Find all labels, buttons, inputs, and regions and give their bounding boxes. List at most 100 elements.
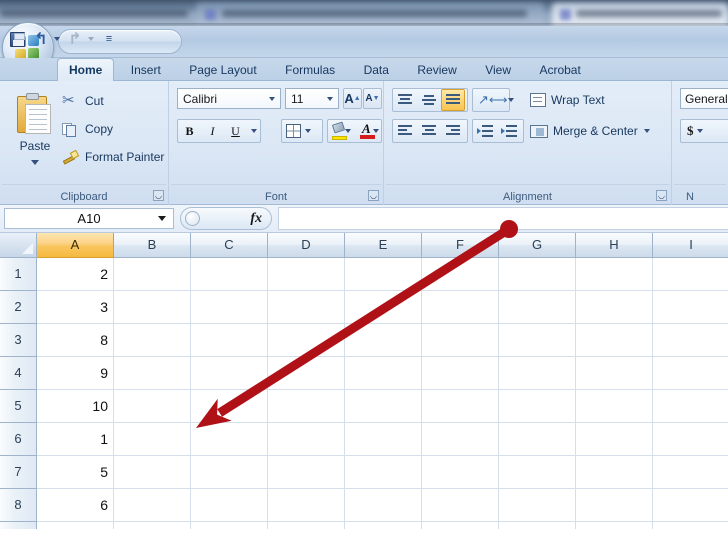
cell-D7[interactable] <box>268 456 345 489</box>
cell-D2[interactable] <box>268 291 345 324</box>
cell-G2[interactable] <box>499 291 576 324</box>
shrink-font-button[interactable]: A ▼ <box>363 88 382 109</box>
format-painter-button[interactable]: Format Painter <box>62 145 164 169</box>
cell-H8[interactable] <box>576 489 653 522</box>
undo-button[interactable]: ↰ <box>32 30 50 48</box>
select-all-button[interactable] <box>0 233 37 258</box>
align-right-button[interactable] <box>441 120 465 142</box>
cell-F9[interactable] <box>422 522 499 529</box>
column-header-i[interactable]: I <box>653 233 728 258</box>
column-header-f[interactable]: F <box>422 233 499 258</box>
cell-B9[interactable] <box>114 522 191 529</box>
grow-font-button[interactable]: A ▲ <box>343 88 362 109</box>
cell-H9[interactable] <box>576 522 653 529</box>
tab-page-layout[interactable]: Page Layout <box>177 58 268 81</box>
cell-B6[interactable] <box>114 423 191 456</box>
align-left-button[interactable] <box>393 120 417 142</box>
cell-H5[interactable] <box>576 390 653 423</box>
font-color-button[interactable]: A <box>359 121 375 140</box>
italic-button[interactable]: I <box>201 120 224 142</box>
cell-C3[interactable] <box>191 324 268 357</box>
cell-A6[interactable]: 1 <box>37 423 114 456</box>
chevron-down-icon[interactable] <box>31 160 39 165</box>
cell-F6[interactable] <box>422 423 499 456</box>
cell-B3[interactable] <box>114 324 191 357</box>
row-header[interactable]: 2 <box>0 291 37 324</box>
tab-home[interactable]: Home <box>57 58 115 81</box>
customize-qat-button[interactable]: ≡ <box>102 30 116 48</box>
cell-C5[interactable] <box>191 390 268 423</box>
orientation-dropdown-button[interactable] <box>507 89 514 111</box>
cell-E9[interactable] <box>345 522 422 529</box>
borders-button[interactable] <box>281 119 323 143</box>
cell-D5[interactable] <box>268 390 345 423</box>
cell-G3[interactable] <box>499 324 576 357</box>
cell-I6[interactable] <box>653 423 728 456</box>
cancel-enter-icon[interactable] <box>185 211 200 226</box>
redo-button[interactable]: ↱ <box>66 30 84 48</box>
cell-G8[interactable] <box>499 489 576 522</box>
tab-review[interactable]: Review <box>405 58 468 81</box>
cell-C1[interactable] <box>191 258 268 291</box>
fill-color-button[interactable] <box>331 121 347 140</box>
cell-E1[interactable] <box>345 258 422 291</box>
cell-A7[interactable]: 5 <box>37 456 114 489</box>
cell-C7[interactable] <box>191 456 268 489</box>
cell-H7[interactable] <box>576 456 653 489</box>
cell-D4[interactable] <box>268 357 345 390</box>
cut-button[interactable]: ✂ Cut <box>62 89 104 113</box>
align-bottom-button[interactable] <box>441 89 465 111</box>
cell-E3[interactable] <box>345 324 422 357</box>
cell-F1[interactable] <box>422 258 499 291</box>
tab-insert[interactable]: Insert <box>119 58 173 81</box>
cell-G5[interactable] <box>499 390 576 423</box>
cell-E5[interactable] <box>345 390 422 423</box>
cell-C8[interactable] <box>191 489 268 522</box>
cell-C4[interactable] <box>191 357 268 390</box>
row-header[interactable]: 5 <box>0 390 37 423</box>
row-header[interactable]: 4 <box>0 357 37 390</box>
column-header-e[interactable]: E <box>345 233 422 258</box>
cell-E8[interactable] <box>345 489 422 522</box>
cell-B4[interactable] <box>114 357 191 390</box>
merge-center-button[interactable]: Merge & Center <box>530 119 650 143</box>
cell-E6[interactable] <box>345 423 422 456</box>
column-header-h[interactable]: H <box>576 233 653 258</box>
cell-E7[interactable] <box>345 456 422 489</box>
cell-I9[interactable] <box>653 522 728 529</box>
borders-dropdown-button[interactable] <box>301 120 314 142</box>
cell-A5[interactable]: 10 <box>37 390 114 423</box>
cell-H1[interactable] <box>576 258 653 291</box>
cell-A8[interactable]: 6 <box>37 489 114 522</box>
cell-D8[interactable] <box>268 489 345 522</box>
cell-F8[interactable] <box>422 489 499 522</box>
undo-dropdown-button[interactable] <box>52 30 62 48</box>
tab-data[interactable]: Data <box>352 58 401 81</box>
column-header-c[interactable]: C <box>191 233 268 258</box>
cell-C2[interactable] <box>191 291 268 324</box>
orientation-button[interactable]: ↗⟷ <box>472 88 514 112</box>
increase-indent-button[interactable] <box>497 120 521 142</box>
cell-G6[interactable] <box>499 423 576 456</box>
formula-input[interactable] <box>278 207 728 230</box>
cell-C6[interactable] <box>191 423 268 456</box>
row-header[interactable]: 1 <box>0 258 37 291</box>
cell-I1[interactable] <box>653 258 728 291</box>
cell-B7[interactable] <box>114 456 191 489</box>
cell-I5[interactable] <box>653 390 728 423</box>
cell-I7[interactable] <box>653 456 728 489</box>
cell-I4[interactable] <box>653 357 728 390</box>
font-dialog-launcher[interactable]: ◡ <box>368 190 379 201</box>
paste-button[interactable]: Paste <box>8 87 62 179</box>
copy-button[interactable]: Copy <box>62 117 113 141</box>
accounting-dropdown-button[interactable] <box>694 120 707 142</box>
cell-B8[interactable] <box>114 489 191 522</box>
align-top-button[interactable] <box>393 89 417 111</box>
column-header-d[interactable]: D <box>268 233 345 258</box>
underline-button[interactable]: U <box>224 120 247 142</box>
cell-I2[interactable] <box>653 291 728 324</box>
cell-B1[interactable] <box>114 258 191 291</box>
align-center-button[interactable] <box>417 120 441 142</box>
cell-F4[interactable] <box>422 357 499 390</box>
cell-D6[interactable] <box>268 423 345 456</box>
